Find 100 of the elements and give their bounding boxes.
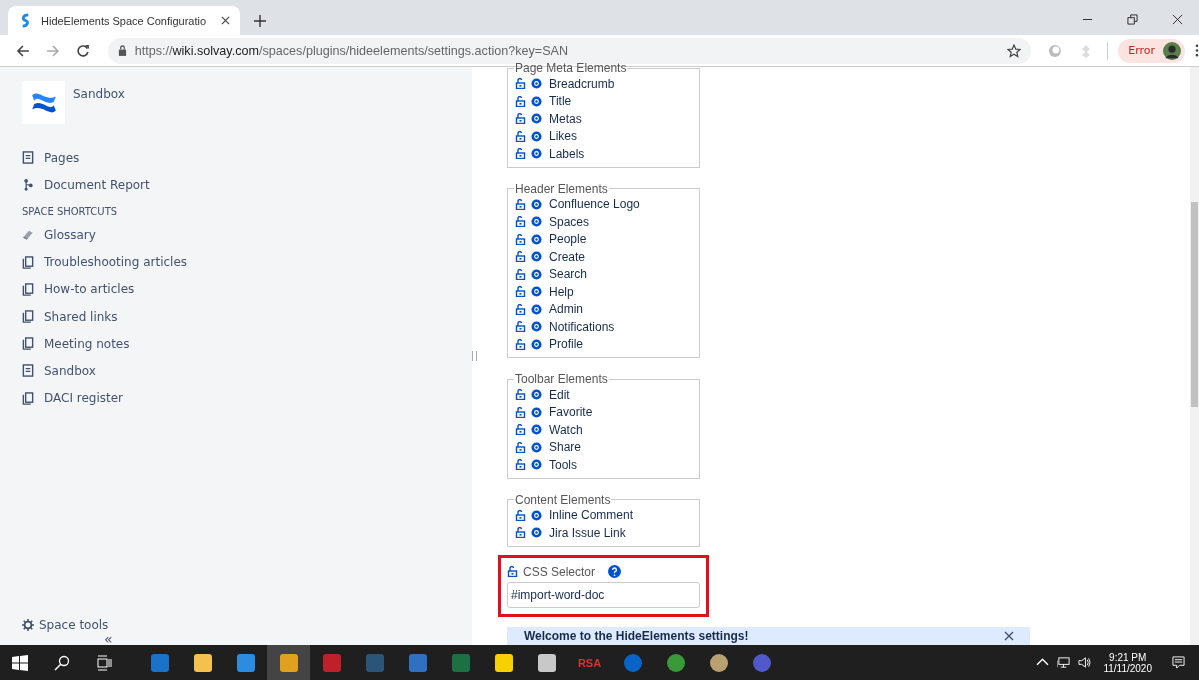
eye-icon[interactable] xyxy=(531,527,542,539)
unlock-icon[interactable] xyxy=(515,441,526,453)
star-icon[interactable] xyxy=(1007,43,1022,58)
branch-icon xyxy=(22,178,34,192)
collapse-sidebar-button[interactable]: « xyxy=(104,632,113,646)
scrollbar-thumb[interactable] xyxy=(1191,202,1198,407)
unlock-icon[interactable] xyxy=(515,389,526,401)
profile-button[interactable]: Error xyxy=(1118,38,1186,63)
help-icon[interactable] xyxy=(608,565,622,578)
sidebar-item[interactable]: DACI register xyxy=(22,384,472,412)
unlock-icon[interactable] xyxy=(515,148,526,160)
unlock-icon[interactable] xyxy=(515,338,526,350)
space-logo[interactable] xyxy=(22,81,65,124)
restore-icon[interactable] xyxy=(1127,14,1138,25)
unlock-icon[interactable] xyxy=(515,459,526,471)
section-heading: SPACE SHORTCUTS xyxy=(22,206,119,218)
eye-icon[interactable] xyxy=(531,424,542,436)
element-label: Profile xyxy=(549,337,583,352)
unlock-icon[interactable] xyxy=(515,130,526,142)
network-icon[interactable] xyxy=(1057,656,1071,669)
element-label: Spaces xyxy=(549,214,590,229)
app-icon[interactable] xyxy=(192,652,213,673)
unlock-icon[interactable] xyxy=(515,268,526,280)
sidebar-item[interactable]: Meeting notes xyxy=(22,330,472,358)
sidebar-item[interactable]: Troubleshooting articles xyxy=(22,248,472,276)
unlock-icon[interactable] xyxy=(515,527,526,539)
close-icon[interactable] xyxy=(221,16,230,25)
menu-icon[interactable] xyxy=(1195,44,1199,57)
unlock-icon[interactable] xyxy=(515,406,526,418)
sidebar-item[interactable]: How-to articles xyxy=(22,275,472,303)
sidebar-item[interactable]: Glossary xyxy=(22,221,472,249)
eye-icon[interactable] xyxy=(531,321,542,333)
eye-icon[interactable] xyxy=(531,338,542,350)
sidebar-item[interactable]: Shared links xyxy=(22,302,472,331)
unlock-icon[interactable] xyxy=(515,321,526,333)
eye-icon[interactable] xyxy=(531,113,542,125)
eye-icon[interactable] xyxy=(531,406,542,418)
unlock-icon[interactable] xyxy=(515,78,526,90)
rsa-app-icon[interactable]: RSA xyxy=(577,656,602,669)
eye-icon[interactable] xyxy=(531,130,542,142)
field-label: CSS Selector xyxy=(523,564,596,579)
close-icon[interactable] xyxy=(1172,14,1183,25)
app-icon[interactable] xyxy=(665,652,686,673)
element-label: People xyxy=(549,232,587,247)
element-label: Labels xyxy=(549,146,585,161)
eye-icon[interactable] xyxy=(531,509,542,521)
css-selector-field[interactable]: #import-word-doc xyxy=(507,581,700,608)
element-label: Metas xyxy=(549,111,582,126)
task-view-icon[interactable] xyxy=(96,654,112,671)
eye-icon[interactable] xyxy=(531,148,542,160)
eye-icon[interactable] xyxy=(531,95,542,107)
unlock-icon[interactable] xyxy=(515,216,526,228)
eye-icon[interactable] xyxy=(531,441,542,453)
unlock-icon[interactable] xyxy=(515,198,526,210)
eye-icon[interactable] xyxy=(531,198,542,210)
resize-handle[interactable] xyxy=(472,351,477,361)
address-bar[interactable]: https://wiki.solvay.com/spaces/plugins/hideelements/settings.action?key=SAN xyxy=(107,37,1032,64)
copy-icon xyxy=(22,282,34,296)
eye-icon[interactable] xyxy=(531,303,542,315)
app-icon[interactable] xyxy=(235,652,256,673)
app-icon[interactable] xyxy=(708,652,729,673)
eye-icon[interactable] xyxy=(531,216,542,228)
volume-icon[interactable] xyxy=(1078,656,1092,669)
group-legend: Header Elements xyxy=(514,181,609,196)
unlock-icon[interactable] xyxy=(515,251,526,263)
eye-icon[interactable] xyxy=(531,389,542,401)
sidebar-item[interactable]: Pages xyxy=(22,144,472,172)
browser-tab[interactable]: HideElements Space Configuratio xyxy=(8,6,240,35)
space-name[interactable]: Sandbox xyxy=(73,87,125,101)
eye-icon[interactable] xyxy=(531,268,542,280)
element-label: Watch xyxy=(549,422,583,437)
eye-icon[interactable] xyxy=(531,286,542,298)
space-tools-button[interactable]: Space tools xyxy=(22,615,472,635)
unlock-icon[interactable] xyxy=(515,509,526,521)
unlock-icon[interactable] xyxy=(515,113,526,125)
element-label: Jira Issue Link xyxy=(549,525,626,540)
unlock-icon[interactable] xyxy=(515,303,526,315)
new-tab-icon[interactable] xyxy=(254,15,266,27)
group-legend: Page Meta Elements xyxy=(514,61,628,75)
close-icon[interactable] xyxy=(1004,630,1014,641)
group-legend: Toolbar Elements xyxy=(514,372,609,386)
unlock-icon[interactable] xyxy=(515,286,526,298)
notification-icon[interactable] xyxy=(1172,656,1185,669)
reload-icon[interactable] xyxy=(75,43,90,58)
eye-icon[interactable] xyxy=(531,459,542,471)
unlock-icon[interactable] xyxy=(515,424,526,436)
unlock-icon[interactable] xyxy=(515,233,526,245)
sidebar-item[interactable]: Document Report xyxy=(22,171,472,199)
unlock-icon[interactable] xyxy=(515,95,526,107)
windows-start-icon[interactable] xyxy=(12,654,28,671)
sidebar-item[interactable]: Sandbox xyxy=(22,357,472,385)
app-icon[interactable] xyxy=(536,652,557,673)
eye-icon[interactable] xyxy=(531,251,542,263)
eye-icon[interactable] xyxy=(531,78,542,90)
back-arrow-icon[interactable] xyxy=(16,43,30,58)
app-icon[interactable] xyxy=(493,652,514,673)
clock[interactable]: 9:21 PM 11/11/2020 xyxy=(1103,651,1152,674)
search-icon[interactable] xyxy=(54,654,70,671)
eye-icon[interactable] xyxy=(531,233,542,245)
unlock-icon[interactable] xyxy=(507,566,518,577)
